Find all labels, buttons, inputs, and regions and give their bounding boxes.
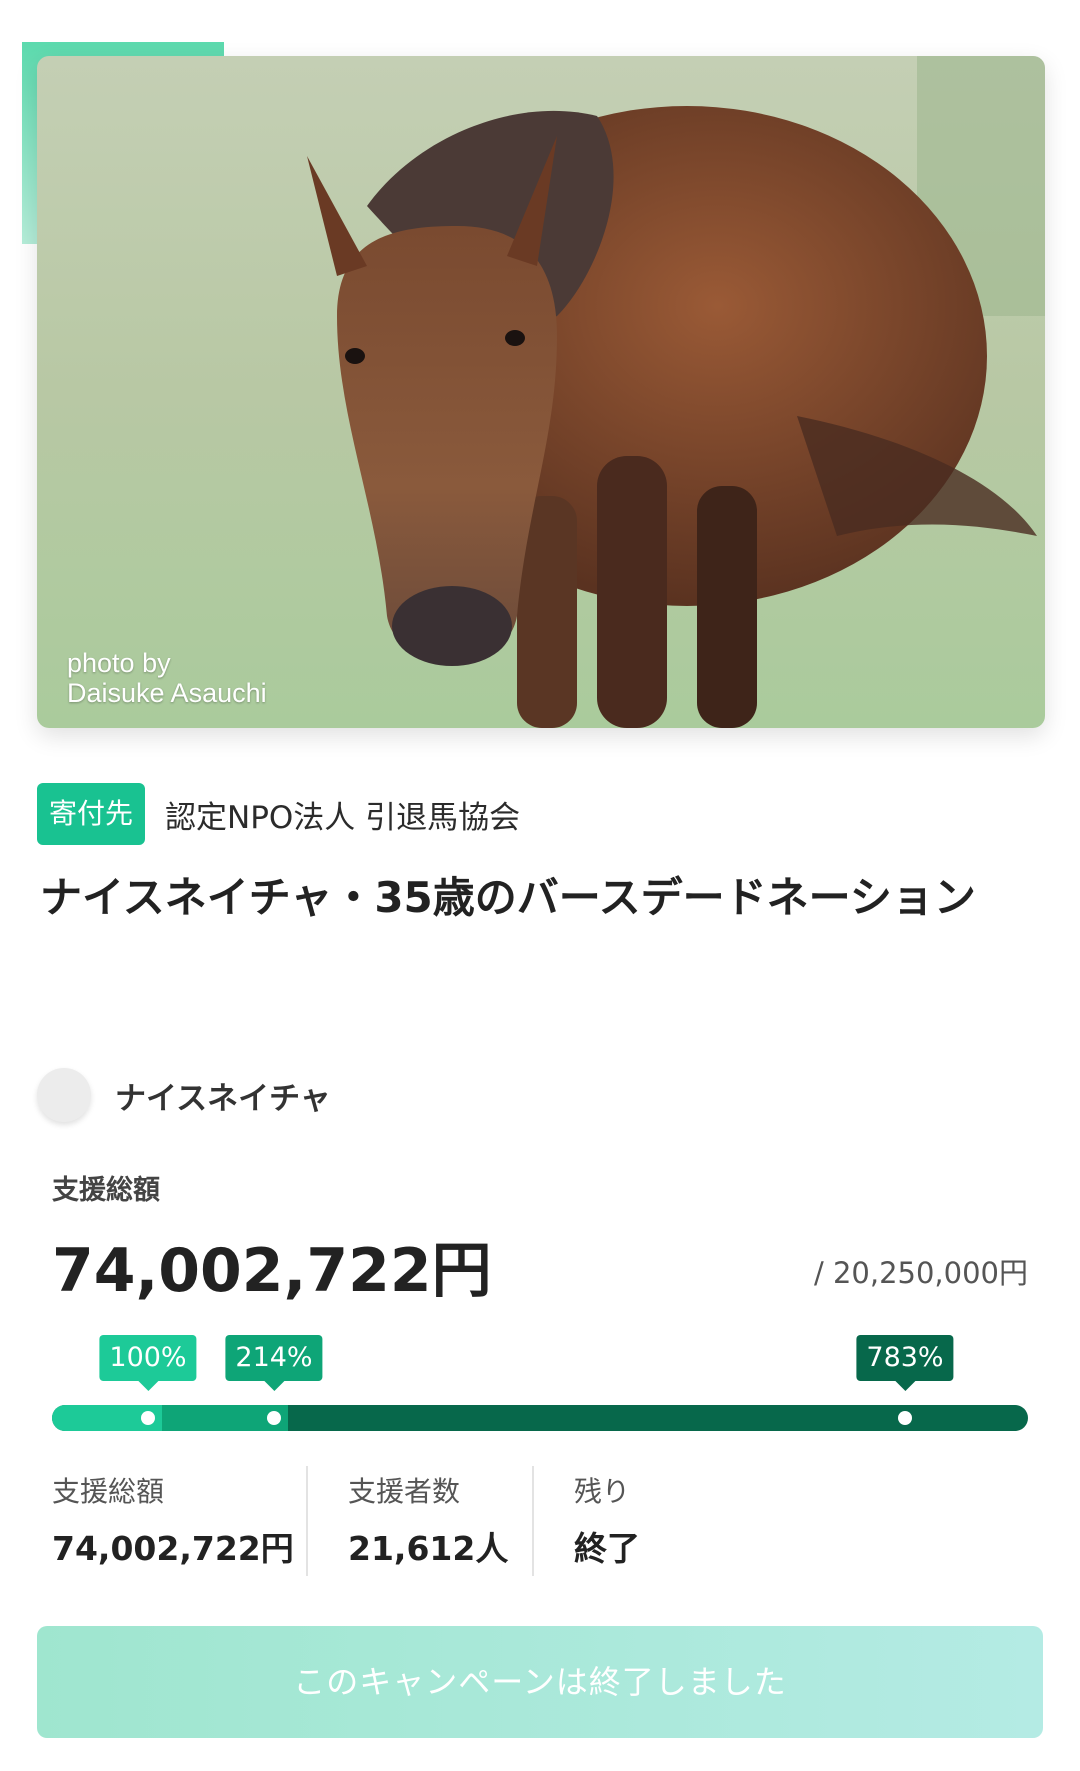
milestone-dot (267, 1411, 281, 1425)
photo-credit-line2: Daisuke Asauchi (67, 678, 267, 708)
milestone-dot (898, 1411, 912, 1425)
recipient-name-link[interactable]: 認定NPO法人 引退馬協会 (165, 792, 520, 837)
stat-value: 74,002,722円 (52, 1529, 294, 1568)
progress-track (52, 1405, 1028, 1431)
milestone-flag: 783% (856, 1335, 954, 1391)
milestone-flag: 100% (99, 1335, 197, 1391)
horse-photo (37, 56, 1045, 728)
recipient-tag: 寄付先 (37, 783, 146, 845)
stat-label: 残り (574, 1475, 631, 1508)
stats-row: 支援総額 74,002,722円 支援者数 21,612人 残り 終了 (52, 1466, 1028, 1576)
stat-value: 終了 (574, 1529, 640, 1568)
avatar[interactable] (37, 1068, 91, 1122)
owner-name[interactable]: ナイスネイチャ (115, 1073, 331, 1118)
goal-amount: / 20,250,000円 (813, 1256, 1028, 1290)
campaign-ended-button[interactable]: このキャンペーンは終了しました (37, 1626, 1043, 1738)
total-amount: 74,002,722円 (52, 1236, 492, 1306)
stat-total: 支援総額 74,002,722円 (52, 1466, 308, 1576)
stat-label: 支援総額 (52, 1475, 165, 1508)
stat-label: 支援者数 (348, 1475, 461, 1508)
owner-row[interactable]: ナイスネイチャ (37, 1068, 331, 1122)
stat-supporters: 支援者数 21,612人 (308, 1466, 534, 1576)
photo-credit-line1: photo by (67, 648, 171, 678)
milestone-flag: 214% (225, 1335, 323, 1391)
total-label: 支援総額 (52, 1175, 160, 1206)
stat-value: 21,612人 (348, 1529, 509, 1568)
hero-image: photo by Daisuke Asauchi (37, 56, 1045, 728)
campaign-title: ナイスネイチャ・35歳のバースデードネーション (40, 873, 976, 922)
progress-bar: 100% 214% 783% (52, 1335, 1028, 1435)
recipient-row: 寄付先 認定NPO法人 引退馬協会 (37, 783, 520, 845)
photo-credit: photo by Daisuke Asauchi (67, 648, 267, 708)
milestone-dot (141, 1411, 155, 1425)
stat-remaining: 残り 終了 (534, 1466, 640, 1576)
